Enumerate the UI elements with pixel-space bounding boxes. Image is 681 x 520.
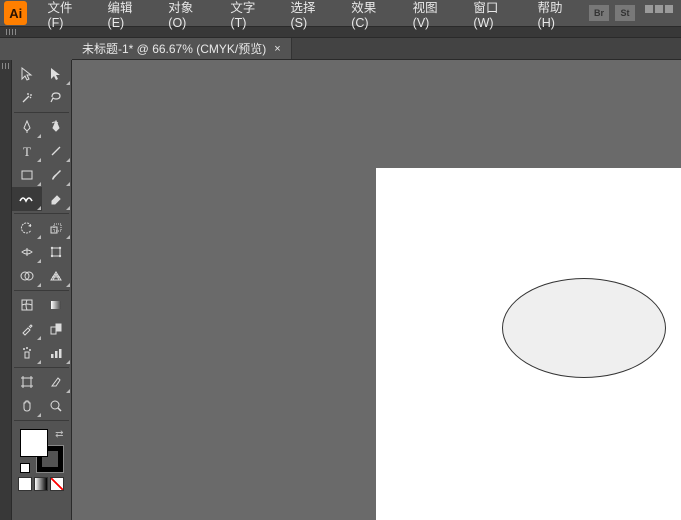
curvature-tool[interactable] [42, 115, 72, 139]
shaper-tool[interactable] [12, 187, 42, 211]
color-mode-icon[interactable] [18, 477, 32, 491]
blend-tool[interactable] [42, 317, 72, 341]
document-tab[interactable]: 未标题-1* @ 66.67% (CMYK/预览) × [72, 38, 292, 59]
rotate-tool[interactable] [12, 216, 42, 240]
type-tool[interactable]: T [12, 139, 42, 163]
color-swatches: ⇄ [12, 423, 71, 495]
menu-help[interactable]: 帮助(H) [528, 0, 589, 34]
fill-swatch[interactable] [20, 429, 48, 457]
menubar: Ai 文件(F) 编辑(E) 对象(O) 文字(T) 选择(S) 效果(C) 视… [0, 0, 681, 26]
eyedropper-tool[interactable] [12, 317, 42, 341]
eraser-tool[interactable] [42, 187, 72, 211]
document-tab-title: 未标题-1* @ 66.67% (CMYK/预览) [82, 40, 266, 57]
pen-tool[interactable] [12, 115, 42, 139]
toolbox-grip-col[interactable] [0, 60, 12, 520]
document-tabbar: 未标题-1* @ 66.67% (CMYK/预览) × [72, 38, 681, 60]
workarea: T [0, 60, 681, 520]
close-tab-icon[interactable]: × [274, 43, 280, 55]
menu-type[interactable]: 文字(T) [220, 0, 280, 34]
arrange-icon[interactable] [645, 5, 675, 21]
none-mode-icon[interactable] [50, 477, 64, 491]
fill-stroke-swatch[interactable]: ⇄ [20, 429, 64, 473]
menu-window[interactable]: 窗口(W) [463, 0, 527, 34]
stock-button[interactable]: St [615, 5, 635, 21]
magic-wand-tool[interactable] [12, 86, 42, 110]
perspective-grid-tool[interactable] [42, 264, 72, 288]
symbol-sprayer-tool[interactable] [12, 341, 42, 365]
rectangle-tool[interactable] [12, 163, 42, 187]
toolbox: T [12, 60, 72, 520]
paintbrush-tool[interactable] [42, 163, 72, 187]
bridge-button[interactable]: Br [589, 5, 609, 21]
artboard-tool[interactable] [12, 370, 42, 394]
swap-fill-stroke-icon[interactable]: ⇄ [55, 429, 63, 440]
mesh-tool[interactable] [12, 293, 42, 317]
gradient-mode-icon[interactable] [34, 477, 48, 491]
gradient-tool[interactable] [42, 293, 72, 317]
menu-select[interactable]: 选择(S) [280, 0, 341, 34]
default-fill-stroke-icon[interactable] [20, 463, 30, 473]
line-segment-tool[interactable] [42, 139, 72, 163]
svg-text:T: T [23, 144, 31, 158]
shape-builder-tool[interactable] [12, 264, 42, 288]
workspace-switchers: Br St [589, 5, 681, 21]
menu-edit[interactable]: 编辑(E) [98, 0, 159, 34]
menu-effect[interactable]: 效果(C) [341, 0, 402, 34]
app-logo[interactable]: Ai [4, 1, 27, 25]
free-transform-tool[interactable] [42, 240, 72, 264]
column-graph-tool[interactable] [42, 341, 72, 365]
zoom-tool[interactable] [42, 394, 72, 418]
canvas-area[interactable] [72, 60, 681, 520]
width-tool[interactable] [12, 240, 42, 264]
menu-file[interactable]: 文件(F) [37, 0, 97, 34]
menu-view[interactable]: 视图(V) [403, 0, 464, 34]
lasso-tool[interactable] [42, 86, 72, 110]
slice-tool[interactable] [42, 370, 72, 394]
menu-object[interactable]: 对象(O) [158, 0, 220, 34]
hand-tool[interactable] [12, 394, 42, 418]
scale-tool[interactable] [42, 216, 72, 240]
ellipse-shape[interactable] [502, 278, 666, 378]
selection-tool[interactable] [12, 62, 42, 86]
direct-selection-tool[interactable] [42, 62, 72, 86]
